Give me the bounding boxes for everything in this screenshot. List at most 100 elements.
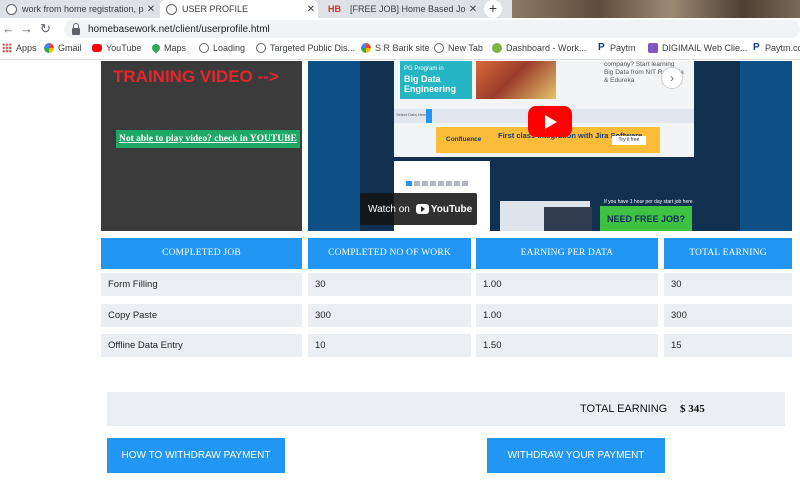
- table-cell: 30: [664, 273, 792, 296]
- need-free-job-banner: NEED FREE JOB?: [600, 206, 692, 231]
- bookmark-sr-barik[interactable]: S R Barik site: [361, 43, 430, 53]
- globe-icon: [6, 3, 17, 15]
- bookmark-digimail[interactable]: DIGIMAIL Web Clie...: [648, 43, 748, 53]
- data-square: [446, 181, 452, 186]
- table-cell: Form Filling: [101, 273, 302, 296]
- data-square: [406, 181, 412, 186]
- need-free-header: If you have 1 hour per day start job her…: [604, 199, 693, 205]
- confluence-brand: Confluence: [446, 136, 482, 143]
- bookmark-maps[interactable]: Maps: [150, 42, 187, 54]
- bookmark-label: Maps: [164, 43, 187, 53]
- youtube-fallback-link[interactable]: Not able to play video? check in YOUTUBE: [116, 130, 300, 148]
- tab-title: USER PROFILE: [182, 4, 249, 14]
- table-cell: 1.50: [476, 334, 658, 357]
- bookmark-label: Targeted Public Dis...: [270, 43, 356, 53]
- bookmark-paytm-co[interactable]: P Paytm.co: [753, 42, 800, 54]
- bookmark-apps[interactable]: Apps: [2, 43, 37, 53]
- tab-strip: work from home registration, pa ✕ USER P…: [0, 0, 800, 18]
- header-total-earning: TOTAL EARNING: [664, 238, 792, 269]
- google-icon: [361, 43, 371, 53]
- globe-icon: [256, 43, 266, 53]
- back-arrow-icon[interactable]: ←: [2, 21, 15, 37]
- training-video-heading: TRAINING VIDEO -->: [113, 67, 279, 86]
- bookmarks-bar: Apps Gmail YouTube Maps Loading Targeted…: [0, 40, 800, 60]
- maps-pin-icon: [150, 42, 162, 54]
- lock-icon: [72, 22, 80, 35]
- page-content: TRAINING VIDEO --> Not able to play vide…: [0, 61, 800, 482]
- globe-icon: [166, 3, 177, 15]
- bookmark-label: YouTube: [106, 43, 142, 53]
- tab-title: [FREE JOB] Home Based Jobs Wit: [350, 4, 466, 14]
- big-data-title: Big Data Engineering: [404, 74, 457, 94]
- url-text: homebasework.net/client/userprofile.html: [88, 23, 270, 35]
- globe-icon: [434, 43, 444, 53]
- header-completed-job: COMPLETED JOB: [101, 238, 302, 269]
- youtube-play-icon[interactable]: [528, 106, 572, 137]
- chevron-right-icon: ›: [661, 67, 683, 89]
- globe-icon: [199, 43, 209, 53]
- bookmark-new-tab[interactable]: New Tab: [434, 43, 483, 53]
- total-earning-value: $ 345: [680, 403, 705, 415]
- select-label: Select Data Here: [396, 112, 427, 117]
- youtube-logo-icon: YouTube: [415, 203, 473, 215]
- current-page-marker: [426, 109, 432, 123]
- table-cell: 15: [664, 334, 792, 357]
- apps-grid-icon: [2, 43, 12, 53]
- bookmark-label: Paytm.co: [765, 43, 800, 53]
- big-data-banner: PG Program in Big Data Engineering: [400, 61, 472, 99]
- forward-arrow-icon[interactable]: →: [20, 21, 33, 37]
- address-bar[interactable]: homebasework.net/client/userprofile.html: [64, 20, 800, 38]
- bookmark-targeted-public[interactable]: Targeted Public Dis...: [256, 43, 355, 53]
- bookmark-label: Gmail: [58, 43, 82, 53]
- close-icon[interactable]: ✕: [466, 4, 480, 15]
- tab-title: work from home registration, pa: [22, 4, 144, 14]
- banner-image: [476, 61, 556, 99]
- withdraw-payment-button[interactable]: WITHDRAW YOUR PAYMENT: [487, 438, 665, 473]
- header-completed-no-of-work: COMPLETED NO OF WORK: [308, 238, 471, 269]
- table-cell: Copy Paste: [101, 304, 302, 327]
- tab-free-job[interactable]: HB [FREE JOB] Home Based Jobs Wit ✕: [322, 0, 480, 18]
- table-cell: 10: [308, 334, 471, 357]
- google-icon: [44, 43, 54, 53]
- big-data-subtitle: PG Program in: [404, 66, 444, 72]
- data-square: [430, 181, 436, 186]
- data-square: [454, 181, 460, 186]
- digimail-icon: [648, 43, 658, 53]
- hb-favicon-icon: HB: [328, 3, 341, 14]
- ad-try-button: Try it free: [612, 136, 646, 145]
- data-square: [462, 181, 468, 186]
- bookmark-label: Dashboard - Work...: [506, 43, 587, 53]
- close-icon[interactable]: ✕: [144, 4, 158, 15]
- table-cell: 1.00: [476, 273, 658, 296]
- table-cell: 300: [308, 304, 471, 327]
- watch-on-youtube-button[interactable]: Watch on YouTube: [360, 193, 477, 225]
- tab-work-from-home[interactable]: work from home registration, pa ✕: [0, 0, 158, 18]
- table-cell: 1.00: [476, 304, 658, 327]
- toolbar: ← → ↻ homebasework.net/client/userprofil…: [0, 18, 800, 40]
- youtube-play-mini-icon: [415, 204, 429, 214]
- training-video-player[interactable]: PG Program in Big Data Engineering compa…: [308, 61, 792, 231]
- training-panel: TRAINING VIDEO --> Not able to play vide…: [101, 61, 302, 231]
- new-tab-button[interactable]: +: [484, 0, 502, 18]
- data-square: [438, 181, 444, 186]
- bookmark-youtube[interactable]: YouTube: [92, 43, 141, 53]
- bookmark-label: DIGIMAIL Web Clie...: [662, 43, 748, 53]
- bookmark-paytm[interactable]: P Paytm: [598, 43, 636, 54]
- data-square: [414, 181, 420, 186]
- tab-user-profile[interactable]: USER PROFILE ✕: [160, 0, 318, 18]
- bookmark-label: S R Barik site: [375, 43, 430, 53]
- how-to-withdraw-button[interactable]: HOW TO WITHDRAW PAYMENT: [107, 438, 285, 473]
- bookmark-label: Apps: [16, 43, 37, 53]
- theme-background: [512, 0, 800, 18]
- bookmark-label: New Tab: [448, 43, 483, 53]
- youtube-icon: [92, 44, 102, 52]
- youtube-wordmark: YouTube: [430, 203, 473, 215]
- bookmark-loading[interactable]: Loading: [199, 43, 245, 53]
- preview-thumbnail: [544, 207, 592, 231]
- bookmark-dashboard[interactable]: Dashboard - Work...: [492, 43, 586, 53]
- paytm-icon: P: [753, 42, 760, 53]
- watch-on-label: Watch on: [368, 203, 410, 215]
- bookmark-gmail[interactable]: Gmail: [44, 43, 82, 53]
- reload-icon[interactable]: ↻: [40, 21, 51, 37]
- close-icon[interactable]: ✕: [304, 4, 318, 15]
